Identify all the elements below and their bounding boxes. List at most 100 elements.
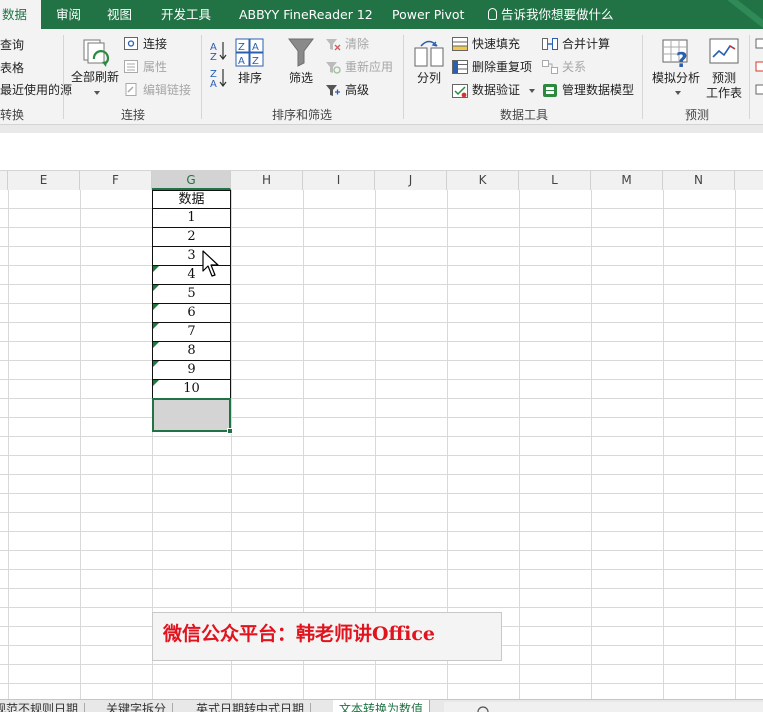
relationships-button[interactable]: 关系: [562, 59, 586, 75]
forecast-sheet-line2[interactable]: 工作表: [706, 85, 742, 101]
clear-button[interactable]: 清除: [345, 36, 369, 52]
column-header-e[interactable]: E: [8, 171, 80, 190]
data-cell-value: 4: [187, 267, 196, 282]
consolidate-button[interactable]: 合并计算: [562, 36, 610, 52]
connections-icon: [124, 37, 138, 50]
fill-handle[interactable]: [227, 428, 233, 434]
sort-ascending-icon[interactable]: A Z Z A: [210, 39, 228, 89]
tab-data[interactable]: 数据: [0, 0, 42, 29]
data-cell[interactable]: 5: [152, 285, 231, 304]
refresh-all-icon: [83, 39, 109, 67]
sort-button[interactable]: 排序: [238, 70, 262, 86]
remove-duplicates-icon: [452, 60, 468, 74]
data-validation-icon: [452, 84, 468, 98]
remove-duplicates-button[interactable]: 删除重复项: [472, 59, 532, 75]
number-as-text-indicator[interactable]: [153, 380, 159, 386]
tab-review[interactable]: 审阅: [56, 0, 81, 29]
reapply-button[interactable]: 重新应用: [345, 59, 393, 75]
column-header-k[interactable]: K: [447, 171, 519, 190]
number-as-text-indicator[interactable]: [153, 323, 159, 329]
outline-group-icons[interactable]: [755, 38, 763, 98]
new-query-button[interactable]: 查询: [0, 37, 24, 53]
data-cell[interactable]: 2: [152, 228, 231, 247]
mouse-pointer-icon: [202, 250, 219, 277]
tell-me-box[interactable]: 告诉我你想要做什么: [488, 0, 614, 29]
svg-text:A: A: [238, 56, 245, 67]
tab-power-pivot[interactable]: Power Pivot: [392, 0, 464, 29]
group-label-transform: 转换: [0, 108, 25, 122]
column-header-l[interactable]: L: [519, 171, 591, 190]
ribbon: 查询 表格 最近使用的源 转换 全部刷新 连接 属性 编辑链接 连接 A Z Z…: [0, 29, 763, 125]
relationships-icon: [542, 60, 558, 74]
column-header-o-partial[interactable]: [735, 171, 763, 190]
data-cell-value: 5: [187, 286, 196, 301]
svg-text:A: A: [252, 42, 259, 53]
svg-text:Z: Z: [238, 42, 245, 53]
tab-view[interactable]: 视图: [107, 0, 132, 29]
flash-fill-button[interactable]: 快速填充: [472, 36, 520, 52]
edit-links-button[interactable]: 编辑链接: [143, 82, 191, 98]
properties-button[interactable]: 属性: [143, 59, 167, 75]
refresh-all-button[interactable]: 全部刷新: [71, 69, 119, 85]
svg-text:?: ?: [676, 48, 688, 69]
refresh-dropdown-icon[interactable]: [94, 91, 100, 95]
watermark-text-box: 微信公众平台：韩老师讲Office: [152, 612, 502, 661]
data-cell[interactable]: 6: [152, 304, 231, 323]
forecast-sheet-line1[interactable]: 预测: [712, 70, 736, 86]
column-header-i[interactable]: I: [303, 171, 375, 190]
edit-links-icon: [125, 83, 137, 96]
cell-header[interactable]: 数据: [152, 190, 231, 209]
filter-button[interactable]: 筛选: [289, 70, 313, 86]
number-as-text-indicator[interactable]: [153, 342, 159, 348]
group-label-forecast: 预测: [685, 108, 710, 122]
data-cell[interactable]: 7: [152, 323, 231, 342]
connections-button[interactable]: 连接: [143, 36, 167, 52]
data-cell[interactable]: 8: [152, 342, 231, 361]
data-cell[interactable]: 9: [152, 361, 231, 380]
reapply-icon: [326, 62, 341, 74]
recent-sources-button[interactable]: 最近使用的源: [0, 82, 72, 98]
what-if-analysis-button[interactable]: 模拟分析: [652, 70, 700, 86]
from-table-button[interactable]: 表格: [0, 60, 24, 76]
ribbon-gap: [0, 125, 763, 133]
what-if-dropdown-icon[interactable]: [675, 91, 681, 95]
number-as-text-indicator[interactable]: [153, 304, 159, 310]
column-header-m[interactable]: M: [591, 171, 663, 190]
data-cell-value: 7: [187, 324, 196, 339]
sheet-tab[interactable]: 规范不规则日期: [0, 703, 86, 712]
data-cell[interactable]: 10: [152, 380, 231, 399]
svg-text:A: A: [210, 79, 217, 89]
number-as-text-indicator[interactable]: [153, 266, 159, 272]
data-cell[interactable]: 1: [152, 209, 231, 228]
group-label-data-tools: 数据工具: [500, 108, 549, 122]
selected-cell[interactable]: [152, 398, 231, 432]
column-header-j[interactable]: J: [375, 171, 447, 190]
tab-developer[interactable]: 开发工具: [161, 0, 211, 29]
what-if-analysis-icon: ?: [662, 39, 688, 69]
manage-data-model-button[interactable]: 管理数据模型: [562, 82, 634, 98]
column-header-partial[interactable]: [0, 171, 8, 190]
number-as-text-indicator[interactable]: [153, 285, 159, 291]
sheet-tab-active[interactable]: 文本转换为数值: [333, 700, 431, 712]
advanced-filter-icon: [326, 85, 340, 96]
sheet-tab[interactable]: 英式日期转中式日期: [190, 703, 312, 712]
column-header-n[interactable]: N: [663, 171, 735, 190]
group-label-connections: 连接: [121, 108, 146, 122]
sheet-tab[interactable]: 关键字拆分: [100, 703, 174, 712]
column-header-h[interactable]: H: [231, 171, 303, 190]
formula-bar-area[interactable]: [0, 133, 763, 171]
number-as-text-indicator[interactable]: [153, 361, 159, 367]
column-header-f[interactable]: F: [80, 171, 152, 190]
sort-icon: Z A A Z: [235, 38, 264, 67]
sheet-nav-icon[interactable]: [476, 705, 490, 712]
svg-text:Z: Z: [210, 52, 217, 63]
advanced-button[interactable]: 高级: [345, 82, 369, 98]
horizontal-scrollbar[interactable]: [444, 702, 763, 712]
text-to-columns-button[interactable]: 分列: [417, 70, 441, 86]
tab-abbyy[interactable]: ABBYY FineReader 12: [239, 0, 373, 29]
data-validation-dropdown-icon[interactable]: [529, 89, 535, 93]
lightbulb-icon: [488, 8, 497, 20]
data-validation-button[interactable]: 数据验证: [472, 82, 520, 98]
column-header-g[interactable]: G: [152, 171, 231, 190]
text-to-columns-icon: [414, 40, 444, 67]
